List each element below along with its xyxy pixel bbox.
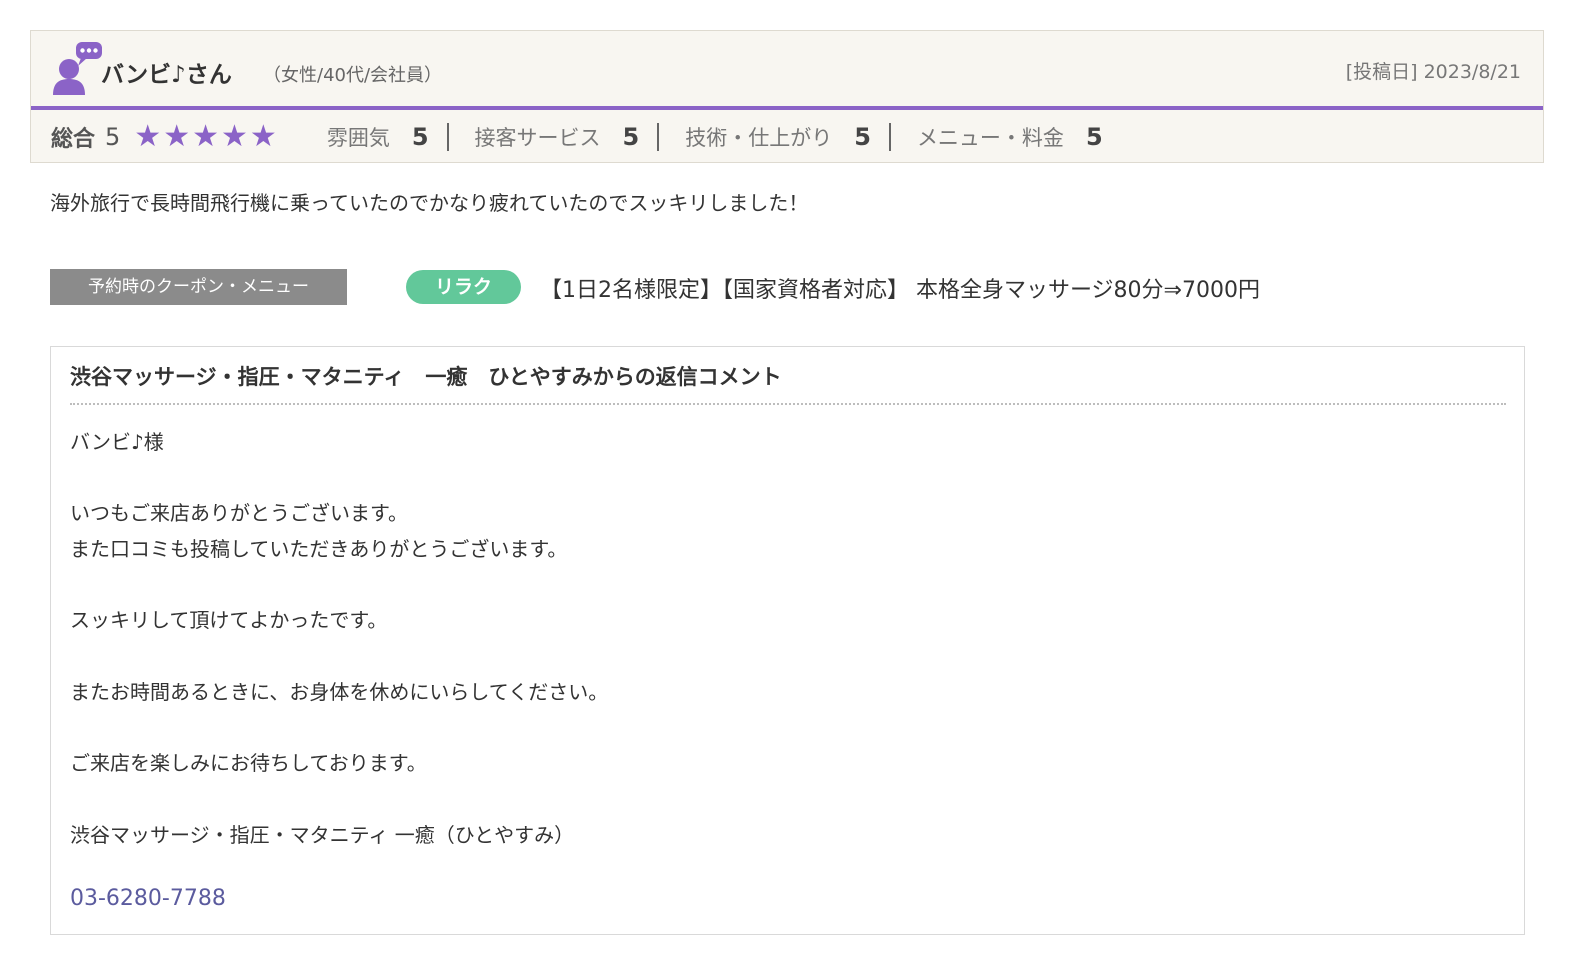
reply-line: ご来店を楽しみにお待ちしております。 xyxy=(70,751,427,776)
reply-line xyxy=(70,782,608,818)
rating-score: 5 xyxy=(411,122,429,151)
rating-label: メニュー・料金 xyxy=(916,125,1064,150)
star-icon: ★ xyxy=(134,118,162,154)
overall-rating-label: 総合 xyxy=(51,126,96,152)
coupon-category-badge: リラク xyxy=(406,270,521,304)
reply-line xyxy=(70,639,608,675)
coupon-menu-link[interactable]: 【1日2名様限定】【国家資格者対応】 本格全身マッサージ80分⇒7000円 xyxy=(540,272,1260,304)
overall-rating-score: 5 xyxy=(105,122,121,151)
rating-separator xyxy=(657,122,660,151)
star-rating: ★ ★ ★ ★ ★ xyxy=(134,118,277,154)
review-body-text: 海外旅行で長時間飛行機に乗っていたのでかなり疲れていたのでスッキリしました！ xyxy=(50,191,809,215)
star-icon: ★ xyxy=(163,118,191,154)
ratings-row: 総合 5 ★ ★ ★ ★ ★ 雰囲気 5 接客サービス 5 技術・仕上がり 5 … xyxy=(31,110,1543,163)
reply-line: 渋谷マッサージ・指圧・マタニティ 一癒（ひとやすみ） xyxy=(70,822,575,847)
reviewer-chat-icon xyxy=(49,39,109,99)
rating-score: 5 xyxy=(622,122,640,151)
star-icon: ★ xyxy=(221,118,248,154)
rating-separator xyxy=(888,122,891,151)
rating-score: 5 xyxy=(1085,122,1103,151)
rating-label: 接客サービス xyxy=(474,125,601,150)
rating-separator xyxy=(446,122,449,151)
reply-line: いつもご来店ありがとうございます。 xyxy=(70,501,408,526)
reply-line: またお時間あるときに、お身体を休めにいらしてください。 xyxy=(70,679,609,704)
reply-title: 渋谷マッサージ・指圧・マタニティ 一癒 ひとやすみからの返信コメント xyxy=(70,365,782,389)
coupon-row: 予約時のクーポン・メニュー リラク 【1日2名様限定】【国家資格者対応】 本格全… xyxy=(50,269,1550,305)
phone-number-link[interactable]: 03-6280-7788 xyxy=(70,886,226,911)
reply-line xyxy=(70,461,608,497)
rating-label: 雰囲気 xyxy=(326,125,390,150)
reply-line: また口コミも投稿していただきありがとうございます。 xyxy=(70,537,568,562)
rating-label: 技術・仕上がり xyxy=(685,125,833,150)
reply-line xyxy=(70,711,608,747)
reply-divider xyxy=(70,403,1506,405)
rating-menu-price: メニュー・料金 5 xyxy=(917,122,1103,152)
reply-body: バンビ♪様 いつもご来店ありがとうございます。 また口コミも投稿していただきあり… xyxy=(70,425,608,853)
coupon-section-label: 予約時のクーポン・メニュー xyxy=(50,269,347,305)
reply-line: スッキリして頂けてよかったです。 xyxy=(70,608,388,633)
review-card: バンビ♪さん （女性/40代/会社員） [投稿日] 2023/8/21 総合 5… xyxy=(30,30,1544,163)
salon-reply-box: 渋谷マッサージ・指圧・マタニティ 一癒 ひとやすみからの返信コメント バンビ♪様… xyxy=(50,346,1525,935)
post-date: [投稿日] 2023/8/21 xyxy=(1345,61,1521,83)
rating-score: 5 xyxy=(854,122,871,151)
rating-service: 接客サービス 5 xyxy=(475,122,640,152)
star-icon: ★ xyxy=(192,118,220,154)
reviewer-name: バンビ♪さん xyxy=(101,62,232,88)
rating-atmosphere: 雰囲気 5 xyxy=(327,122,429,152)
reply-line: バンビ♪様 xyxy=(70,430,164,454)
review-header: バンビ♪さん （女性/40代/会社員） [投稿日] 2023/8/21 xyxy=(31,31,1543,108)
rating-technique: 技術・仕上がり 5 xyxy=(685,122,871,152)
star-icon: ★ xyxy=(249,118,277,154)
reviewer-attributes: （女性/40代/会社員） xyxy=(263,65,443,86)
reply-line xyxy=(70,568,608,604)
